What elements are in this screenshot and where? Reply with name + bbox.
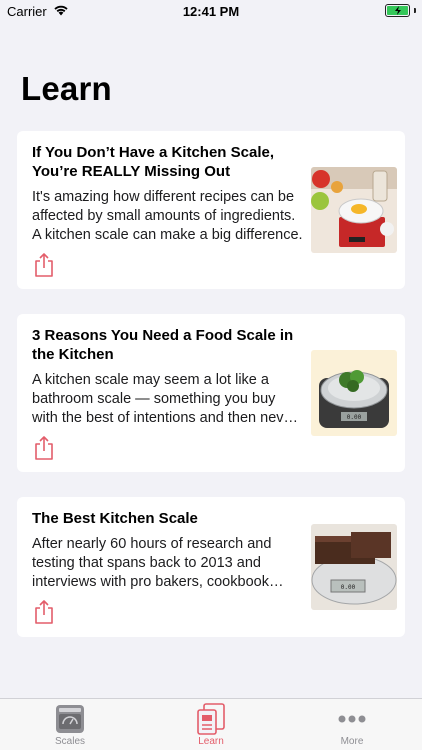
svg-text:0.00: 0.00 [347, 414, 362, 421]
tab-more[interactable]: More [282, 699, 422, 750]
article-title: If You Don’t Have a Kitchen Scale, You’r… [32, 144, 275, 180]
share-icon[interactable] [33, 599, 55, 625]
scale-icon [55, 703, 85, 735]
tab-scales[interactable]: Scales [0, 699, 140, 750]
status-bar: Carrier 12:41 PM [0, 0, 422, 24]
article-image: 0.00 [311, 350, 397, 436]
article-excerpt: After nearly 60 hours of research and te… [32, 536, 272, 590]
svg-text:0.00: 0.00 [341, 584, 356, 591]
tab-label: Scales [54, 736, 85, 747]
article-image: 0.00 [311, 524, 397, 610]
article-excerpt: It's amazing how different recipes can b… [32, 189, 303, 243]
article-card[interactable]: If You Don’t Have a Kitchen Scale, You’r… [17, 131, 405, 289]
article-title: The Best Kitchen Scale [32, 510, 198, 527]
tab-label: More [340, 736, 364, 747]
tab-bar: Scales Learn More [0, 698, 422, 750]
article-title: 3 Reasons You Need a Food Scale in the K… [32, 327, 294, 363]
article-card[interactable]: 3 Reasons You Need a Food Scale in the K… [17, 314, 405, 472]
share-icon[interactable] [33, 435, 55, 461]
page-title: Learn [21, 70, 112, 107]
article-excerpt: A kitchen scale may seem a lot like a ba… [32, 372, 297, 426]
share-icon[interactable] [33, 252, 55, 278]
article-card[interactable]: The Best Kitchen Scale After nearly 60 h… [17, 497, 405, 637]
document-icon [196, 703, 226, 735]
tab-learn[interactable]: Learn [141, 699, 281, 750]
article-image [311, 167, 397, 253]
ellipsis-icon [337, 703, 367, 735]
battery-icon [385, 4, 410, 17]
status-time: 12:41 PM [182, 4, 240, 19]
tab-label: Learn [198, 736, 224, 747]
